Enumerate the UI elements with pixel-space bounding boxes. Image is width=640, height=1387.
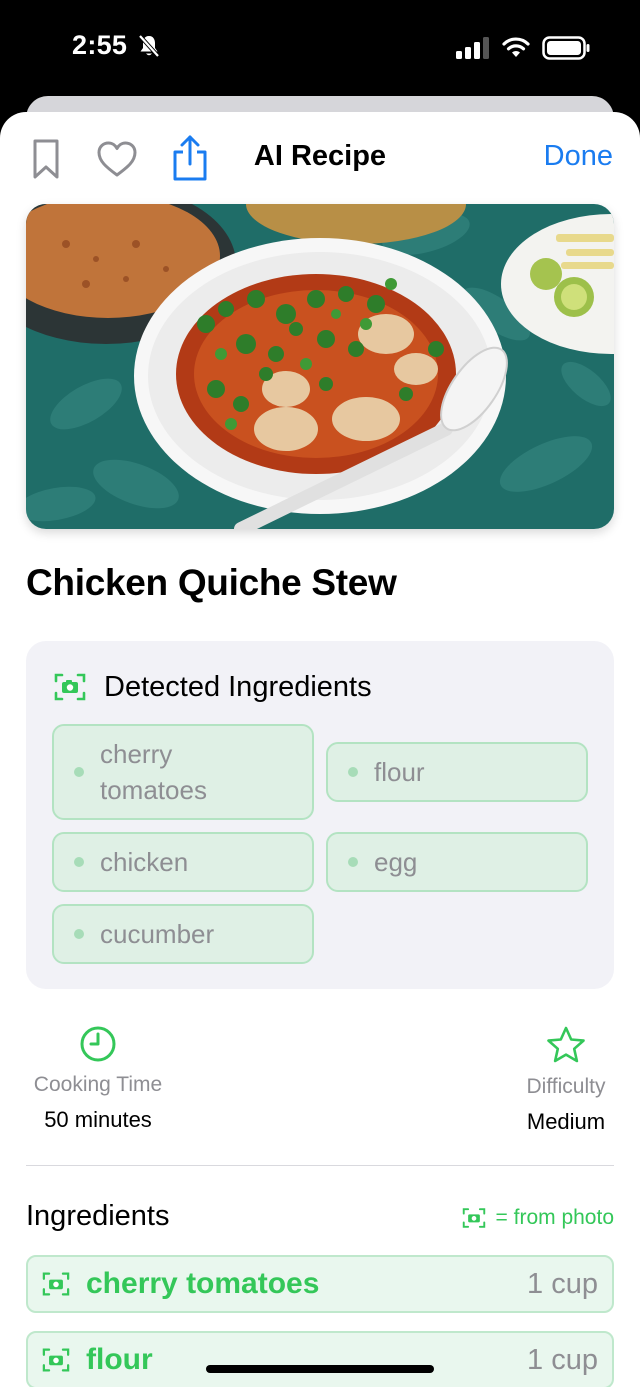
cooking-time-stat: Cooking Time 50 minutes <box>26 1025 170 1133</box>
detected-title: Detected Ingredients <box>104 670 372 703</box>
ingredient-row[interactable]: cherry tomatoes 1 cup <box>26 1255 614 1313</box>
camera-viewfinder-icon <box>42 1348 70 1372</box>
home-indicator[interactable] <box>206 1365 434 1373</box>
from-photo-label: = from photo <box>495 1206 614 1229</box>
star-icon <box>547 1026 585 1063</box>
camera-viewfinder-icon <box>42 1272 70 1296</box>
battery-icon <box>542 36 590 60</box>
done-button[interactable]: Done <box>544 140 613 173</box>
from-photo-legend: = from photo <box>462 1206 614 1230</box>
recipe-sheet: AI Recipe Done Chicken Quiche Stew Detec… <box>0 112 640 1387</box>
chip-label: flour <box>374 757 425 787</box>
status-bar: 2:55 <box>0 0 640 96</box>
chip-label: chicken <box>100 847 189 877</box>
chip-dot <box>74 929 84 939</box>
status-time: 2:55 <box>72 30 128 60</box>
bell-slash-icon <box>138 34 160 58</box>
clock-icon <box>80 1026 116 1062</box>
detected-ingredients-card: Detected Ingredients cherry tomatoes flo… <box>26 641 614 989</box>
chip-dot <box>348 857 358 867</box>
recipe-photo <box>26 204 614 529</box>
ingredient-chip[interactable]: egg <box>326 832 588 892</box>
ingredient-qty: 1 cup <box>527 1343 598 1376</box>
ingredient-chip[interactable]: cherry tomatoes <box>52 724 314 820</box>
chip-label: egg <box>374 847 418 877</box>
divider <box>26 1165 614 1166</box>
navbar: AI Recipe Done <box>0 112 640 202</box>
signal-icon <box>456 37 489 59</box>
cooking-time-value: 50 minutes <box>44 1107 152 1132</box>
ingredient-qty: 1 cup <box>527 1267 598 1300</box>
camera-viewfinder-icon <box>54 673 86 701</box>
detected-header: Detected Ingredients <box>54 669 372 705</box>
ingredients-heading: Ingredients <box>26 1200 170 1232</box>
ingredient-chip[interactable]: cucumber <box>52 904 314 964</box>
ingredient-name: cherry tomatoes <box>86 1267 320 1300</box>
chip-label: cherry tomatoes <box>100 739 207 805</box>
recipe-title: Chicken Quiche Stew <box>26 562 397 603</box>
cooking-time-label: Cooking Time <box>33 1073 163 1096</box>
chip-dot <box>348 767 358 777</box>
difficulty-label: Difficulty <box>526 1075 606 1098</box>
camera-viewfinder-icon <box>462 1208 485 1228</box>
chip-dot <box>74 857 84 867</box>
ingredient-chip[interactable]: chicken <box>52 832 314 892</box>
ingredient-chip[interactable]: flour <box>326 742 588 802</box>
difficulty-stat: Difficulty Medium <box>508 1025 624 1135</box>
difficulty-value: Medium <box>526 1109 606 1134</box>
chip-label: cucumber <box>100 919 215 949</box>
wifi-icon <box>502 37 530 57</box>
chip-dot <box>74 767 84 777</box>
ingredient-row[interactable]: flour 1 cup <box>26 1331 614 1387</box>
